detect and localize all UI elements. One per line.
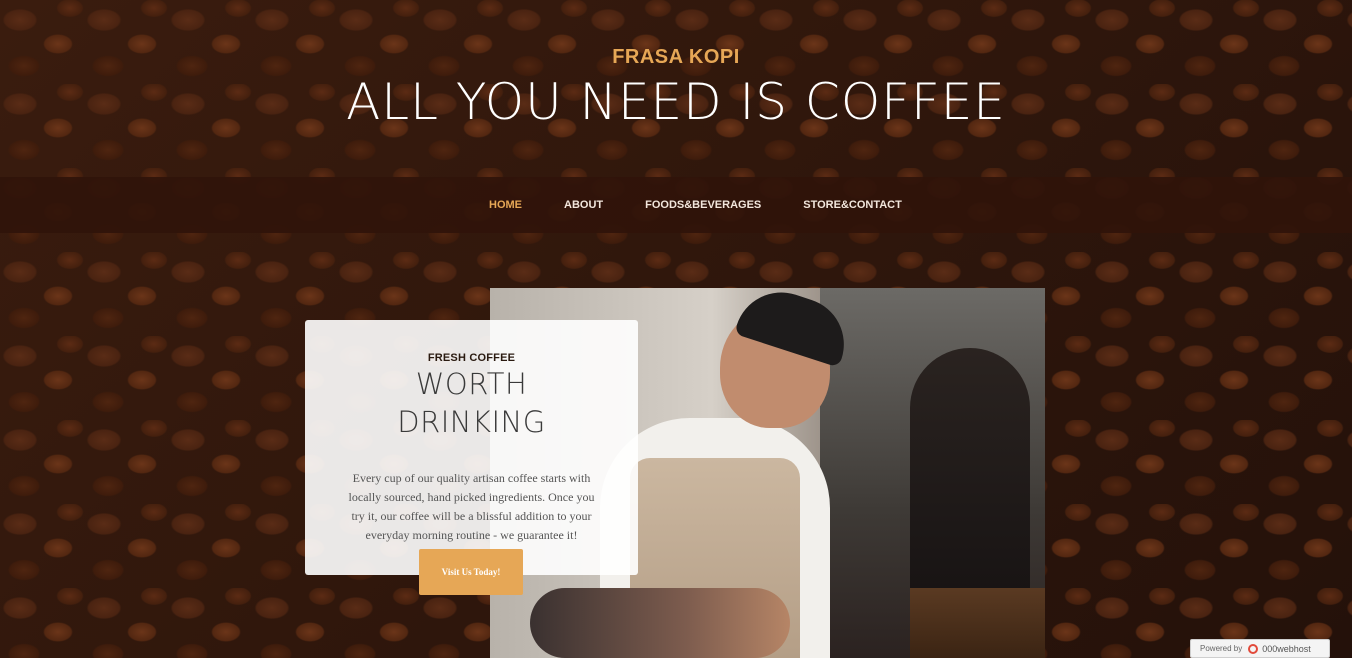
intro-heading-lower: WORTH DRINKING — [305, 365, 638, 441]
site-heading-upper: FRASA KOPI — [612, 46, 740, 68]
visit-us-button[interactable]: Visit Us Today! — [419, 549, 523, 595]
site-heading: FRASA KOPI ALL YOU NEED IS COFFEE — [0, 44, 1352, 132]
nav-link-store-contact[interactable]: STORE&CONTACT — [782, 199, 923, 211]
hosting-badge[interactable]: Powered by 000webhost — [1190, 639, 1330, 658]
nav-link-home[interactable]: HOME — [468, 199, 543, 211]
intro-heading-upper: FRESH COFFEE — [427, 352, 516, 364]
photo-background-person — [910, 348, 1030, 608]
host-name: 000webhost — [1262, 643, 1311, 654]
nav-list: HOME ABOUT FOODS&BEVERAGES STORE&CONTACT — [468, 177, 923, 233]
intro-heading-line-1: WORTH — [415, 367, 528, 401]
intro-heading-line-2: DRINKING — [397, 405, 546, 439]
nav-link-about[interactable]: ABOUT — [543, 199, 624, 211]
intro-card: FRESH COFFEE WORTH DRINKING Every cup of… — [305, 320, 638, 575]
000webhost-logo-icon — [1248, 643, 1259, 654]
nav-link-foods-beverages[interactable]: FOODS&BEVERAGES — [624, 199, 782, 211]
photo-barista-arm — [530, 588, 790, 658]
photo-counter — [910, 588, 1045, 658]
powered-by-label: Powered by — [1200, 644, 1243, 653]
site-heading-lower: ALL YOU NEED IS COFFEE — [346, 73, 1006, 131]
main-navbar: HOME ABOUT FOODS&BEVERAGES STORE&CONTACT — [0, 177, 1352, 233]
intro-text: Every cup of our quality artisan coffee … — [348, 471, 595, 542]
